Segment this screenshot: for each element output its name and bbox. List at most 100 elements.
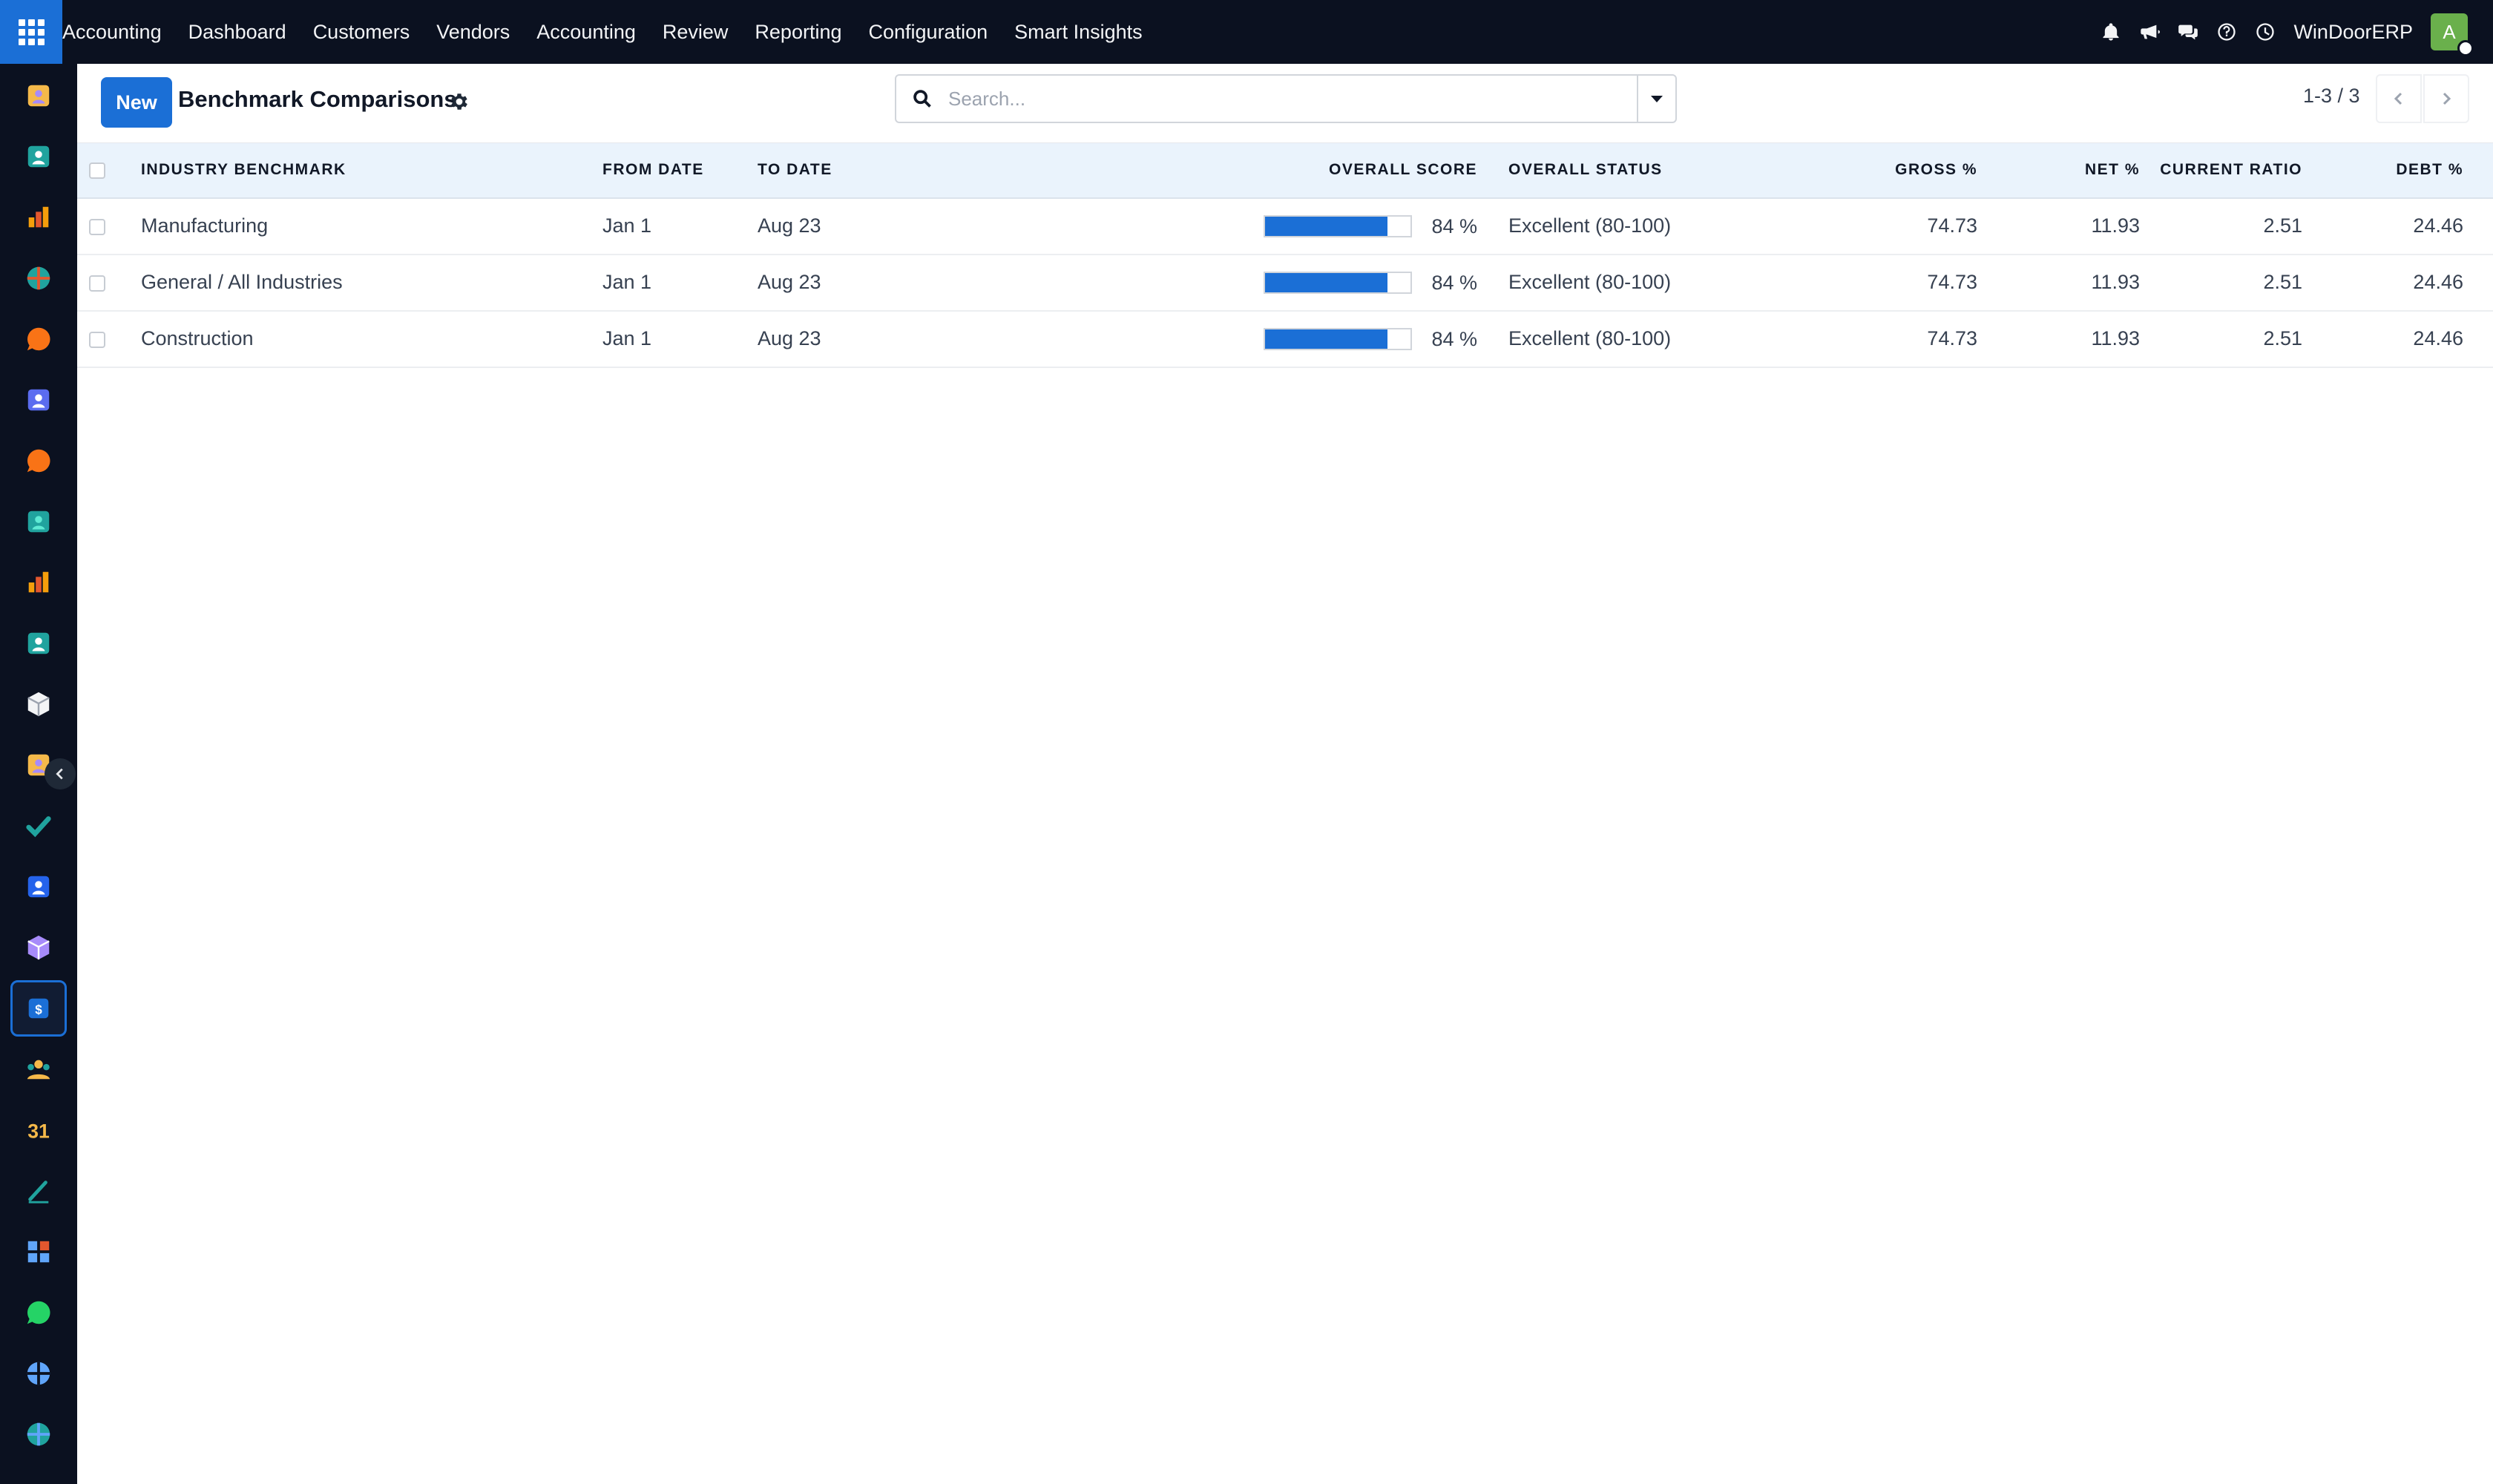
dashboards-app-icon[interactable] (10, 189, 67, 246)
project-app-icon[interactable] (10, 798, 67, 854)
cell-overall-score[interactable]: 84 % (1157, 255, 1500, 311)
new-button[interactable]: New (101, 77, 172, 128)
pager-value[interactable]: 1-3 / 3 (2303, 85, 2360, 108)
menu-item-smart-insights[interactable]: Smart Insights (1001, 0, 1156, 64)
row-checkbox[interactable] (89, 218, 105, 235)
menu-item-customers[interactable]: Customers (300, 0, 424, 64)
discuss-app-icon[interactable] (10, 68, 67, 124)
table-row[interactable]: Construction Jan 1 Aug 23 84 % Excellent (80… (77, 311, 2493, 367)
team-app-icon[interactable] (10, 1041, 67, 1097)
column-header-debt[interactable]: DEBT % (2311, 143, 2493, 198)
menu-item-accounting[interactable]: Accounting (523, 0, 649, 64)
menu-item-review[interactable]: Review (649, 0, 742, 64)
search-options-toggle[interactable] (1637, 76, 1675, 122)
score-progress-fill (1265, 329, 1387, 349)
systray: WinDoorERP A (2092, 0, 2493, 64)
search-input[interactable] (948, 76, 1637, 121)
cell-overall-status[interactable]: Excellent (80-100) (1500, 255, 1824, 311)
select-all-checkbox[interactable] (89, 162, 105, 179)
cell-to-date[interactable]: Aug 23 (749, 198, 1157, 255)
employees-app-icon[interactable] (10, 615, 67, 672)
column-header-to-date[interactable]: TO DATE (749, 143, 1157, 198)
whatsapp-app-icon[interactable] (10, 1284, 67, 1341)
column-header-industry-benchmark[interactable]: INDUSTRY BENCHMARK (132, 143, 594, 198)
pager-next-button[interactable] (2423, 74, 2469, 123)
cell-debt[interactable]: 24.46 (2311, 255, 2493, 311)
app-switcher-icon[interactable] (0, 0, 62, 64)
sign-app-icon[interactable] (10, 1163, 67, 1219)
contacts-app-icon[interactable] (10, 128, 67, 185)
pos-app-icon[interactable] (10, 250, 67, 306)
column-header-overall-score[interactable]: OVERALL SCORE (1157, 143, 1500, 198)
collapse-dock-icon[interactable] (45, 758, 76, 789)
cell-net[interactable]: 11.93 (1986, 255, 2149, 311)
cell-current-ratio[interactable]: 2.51 (2149, 198, 2311, 255)
email-marketing-app-icon[interactable] (10, 372, 67, 428)
cell-overall-score[interactable]: 84 % (1157, 198, 1500, 255)
search-icon (896, 76, 948, 122)
gear-icon[interactable] (448, 91, 470, 113)
menu-item-configuration[interactable]: Configuration (855, 0, 1002, 64)
column-header-overall-status[interactable]: OVERALL STATUS (1500, 143, 1824, 198)
knowledge-app-icon[interactable] (10, 858, 67, 915)
select-all-header (77, 143, 132, 198)
website-app-icon[interactable] (10, 1406, 67, 1462)
cell-overall-status[interactable]: Excellent (80-100) (1500, 311, 1824, 367)
cell-from-date[interactable]: Jan 1 (594, 198, 749, 255)
row-checkbox[interactable] (89, 275, 105, 292)
megaphone-icon[interactable] (2130, 0, 2169, 64)
column-header-from-date[interactable]: FROM DATE (594, 143, 749, 198)
accounting-app-icon[interactable]: $ (10, 980, 67, 1037)
clock-icon[interactable] (2246, 0, 2285, 64)
chevron-left-icon (2394, 92, 2402, 105)
cell-to-date[interactable]: Aug 23 (749, 311, 1157, 367)
table-row[interactable]: General / All Industries Jan 1 Aug 23 84 % E… (77, 255, 2493, 311)
score-value: 84 % (1431, 327, 1477, 350)
sales-app-icon[interactable] (10, 554, 67, 611)
studio-app-icon[interactable] (10, 1224, 67, 1280)
sms-app-icon[interactable] (10, 493, 67, 550)
table-header-row: INDUSTRY BENCHMARK FROM DATE TO DATE OVE… (77, 142, 2493, 198)
bell-icon[interactable] (2092, 0, 2130, 64)
inventory-app-icon[interactable] (10, 676, 67, 732)
menu-item-dashboard[interactable]: Dashboard (175, 0, 300, 64)
row-select-cell (77, 311, 132, 367)
table-row[interactable]: Manufacturing Jan 1 Aug 23 84 % Excellent (8… (77, 198, 2493, 255)
cell-to-date[interactable]: Aug 23 (749, 255, 1157, 311)
column-header-net[interactable]: NET % (1986, 143, 2149, 198)
cell-gross[interactable]: 74.73 (1824, 255, 1986, 311)
helpdesk-app-icon[interactable] (10, 433, 67, 489)
help-icon[interactable] (2207, 0, 2246, 64)
menu-brand-accounting[interactable]: Accounting (62, 0, 175, 64)
manufacturing-app-icon[interactable] (10, 919, 67, 976)
cell-current-ratio[interactable]: 2.51 (2149, 311, 2311, 367)
cell-gross[interactable]: 74.73 (1824, 311, 1986, 367)
menu-item-vendors[interactable]: Vendors (423, 0, 523, 64)
avatar-letter: A (2443, 21, 2456, 43)
table-body: Manufacturing Jan 1 Aug 23 84 % Excellent (8… (77, 198, 2493, 367)
cell-industry-benchmark[interactable]: Manufacturing (132, 198, 594, 255)
cell-from-date[interactable]: Jan 1 (594, 255, 749, 311)
fleet-app-icon[interactable] (10, 1345, 67, 1402)
cell-net[interactable]: 11.93 (1986, 198, 2149, 255)
cell-debt[interactable]: 24.46 (2311, 198, 2493, 255)
cell-debt[interactable]: 24.46 (2311, 311, 2493, 367)
pager-previous-button[interactable] (2376, 74, 2422, 123)
cell-from-date[interactable]: Jan 1 (594, 311, 749, 367)
menu-item-reporting[interactable]: Reporting (741, 0, 855, 64)
cell-net[interactable]: 11.93 (1986, 311, 2149, 367)
company-switcher[interactable]: WinDoorERP (2285, 21, 2431, 44)
column-header-gross[interactable]: GROSS % (1824, 143, 1986, 198)
row-checkbox[interactable] (89, 331, 105, 348)
user-avatar[interactable]: A (2431, 13, 2474, 56)
cell-overall-score[interactable]: 84 % (1157, 311, 1500, 367)
chat-icon[interactable] (2169, 0, 2207, 64)
cell-overall-status[interactable]: Excellent (80-100) (1500, 198, 1824, 255)
cell-gross[interactable]: 74.73 (1824, 198, 1986, 255)
column-header-current-ratio[interactable]: CURRENT RATIO (2149, 143, 2311, 198)
livechat-app-icon[interactable] (10, 311, 67, 367)
cell-industry-benchmark[interactable]: Construction (132, 311, 594, 367)
calendar-app-icon[interactable]: 31 (10, 1102, 67, 1158)
cell-industry-benchmark[interactable]: General / All Industries (132, 255, 594, 311)
cell-current-ratio[interactable]: 2.51 (2149, 255, 2311, 311)
